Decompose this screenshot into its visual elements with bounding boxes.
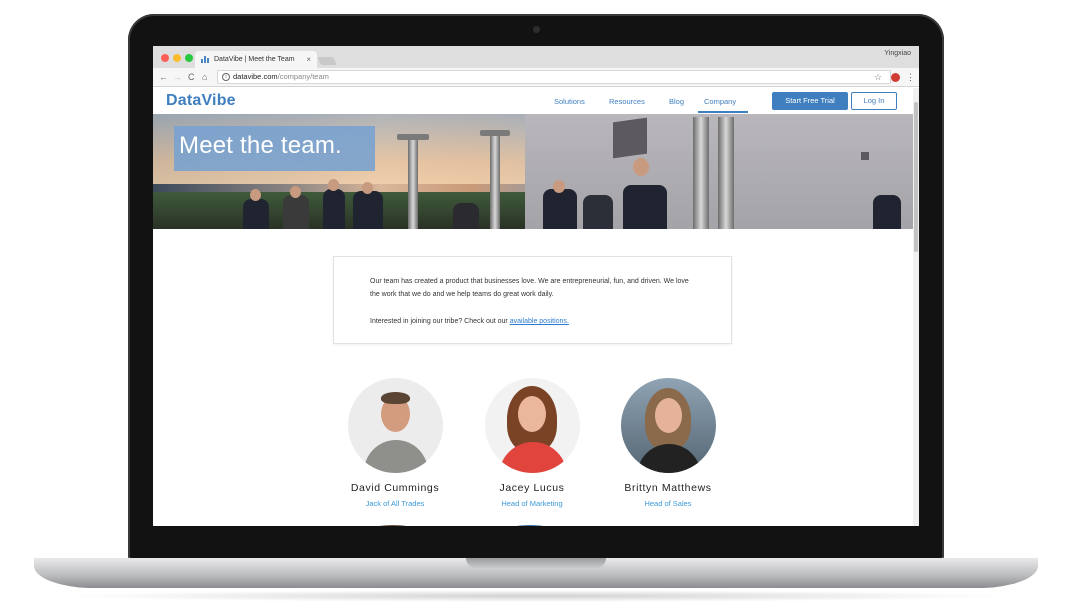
guest-head — [250, 189, 261, 201]
nav-resources[interactable]: Resources — [609, 97, 645, 106]
bookmark-star-icon[interactable]: ☆ — [874, 71, 882, 83]
extension-icon[interactable] — [891, 73, 900, 82]
browser-tabbar: DataVibe | Meet the Team × Yingxiao — [153, 46, 919, 68]
screen: DataVibe | Meet the Team × Yingxiao ← → … — [153, 46, 919, 526]
guest — [873, 195, 901, 229]
scrollbar-thumb[interactable] — [914, 102, 918, 252]
about-text: Our team has created a product that busi… — [370, 278, 689, 298]
patio-heater — [490, 134, 500, 229]
active-nav-indicator — [698, 111, 748, 113]
nav-company[interactable]: Company — [704, 97, 736, 106]
patio-heater-top — [480, 130, 510, 136]
about-card: Our team has created a product that busi… — [333, 256, 732, 344]
guest — [353, 191, 383, 229]
join-text: Interested in joining our tribe? Check o… — [370, 315, 695, 328]
join-prefix: Interested in joining our tribe? Check o… — [370, 318, 510, 325]
guest-head — [328, 179, 339, 191]
wall-light — [861, 152, 869, 160]
next-row-avatar — [371, 525, 415, 526]
member-name: David Cummings — [350, 482, 440, 494]
browser-toolbar: ← → C ⌂ i datavibe.com/company/team ☆ ⋮ — [153, 68, 919, 87]
guest-head — [553, 180, 565, 193]
guest — [283, 195, 309, 229]
close-icon[interactable]: × — [306, 51, 311, 68]
log-in-button[interactable]: Log In — [851, 92, 897, 110]
member-role[interactable]: Jack of All Trades — [325, 499, 465, 508]
url-path: /company/team — [277, 72, 329, 81]
browser-tab[interactable]: DataVibe | Meet the Team × — [195, 51, 317, 68]
available-positions-link[interactable]: available positions. — [510, 318, 569, 325]
guest — [623, 185, 667, 229]
nav-solutions[interactable]: Solutions — [554, 97, 585, 106]
reload-icon[interactable]: C — [188, 71, 195, 83]
url-host: datavibe.com — [233, 72, 278, 81]
back-arrow-icon[interactable]: ← — [159, 71, 168, 83]
home-icon[interactable]: ⌂ — [202, 71, 207, 83]
laptop-frame: DataVibe | Meet the Team × Yingxiao ← → … — [0, 0, 1080, 609]
member-role[interactable]: Head of Marketing — [462, 499, 602, 508]
minimize-window-button[interactable] — [173, 54, 181, 62]
start-free-trial-button[interactable]: Start Free Trial — [772, 92, 848, 110]
camera — [533, 26, 540, 33]
profile-name[interactable]: Yingxiao — [884, 50, 911, 57]
guest — [323, 189, 345, 229]
browser-menu-icon[interactable]: ⋮ — [906, 71, 915, 83]
zoom-window-button[interactable] — [185, 54, 193, 62]
guest-head — [633, 158, 649, 176]
guest-head — [362, 182, 373, 194]
page-scrollbar[interactable] — [913, 88, 919, 526]
avatar — [485, 378, 580, 473]
member-role[interactable]: Head of Sales — [598, 499, 738, 508]
close-window-button[interactable] — [161, 54, 169, 62]
tab-title: DataVibe | Meet the Team — [214, 56, 295, 63]
site-header: DataVibe Solutions Resources Blog Compan… — [153, 88, 913, 114]
guest-head — [290, 186, 301, 198]
guest — [453, 203, 479, 229]
page-title: Meet the team. — [179, 132, 342, 159]
patio-heater — [408, 139, 418, 229]
laptop-shadow — [60, 590, 1012, 602]
web-page: DataVibe Solutions Resources Blog Compan… — [153, 88, 913, 526]
patio-heater — [693, 117, 709, 229]
hero-banner: Meet the team. — [153, 114, 913, 229]
laptop-notch — [466, 558, 606, 568]
member-name: Brittyn Matthews — [624, 482, 712, 494]
patio-heater — [718, 117, 734, 229]
member-name: Jacey Lucus — [499, 482, 565, 494]
guest — [583, 195, 613, 229]
bar-chart-icon — [201, 56, 209, 63]
new-tab-button[interactable] — [317, 57, 337, 65]
site-logo[interactable]: DataVibe — [166, 92, 236, 110]
avatar — [348, 378, 443, 473]
patio-heater-top — [397, 134, 429, 140]
guest — [543, 189, 577, 229]
avatar — [621, 378, 716, 473]
next-row-avatar — [508, 525, 552, 526]
address-bar[interactable]: i datavibe.com/company/team — [217, 70, 891, 84]
guest — [243, 199, 269, 229]
info-icon[interactable]: i — [222, 73, 230, 81]
nav-blog[interactable]: Blog — [669, 97, 684, 106]
wall-screen — [613, 117, 647, 159]
forward-arrow-icon[interactable]: → — [173, 71, 182, 83]
